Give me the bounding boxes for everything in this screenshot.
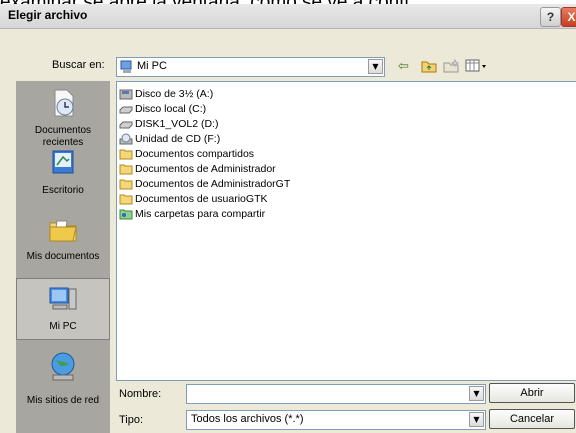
floppy-drive-icon bbox=[119, 89, 133, 99]
folder-icon bbox=[119, 179, 133, 189]
place-recent-documents[interactable]: Documentos recientes bbox=[16, 87, 110, 149]
list-item[interactable]: Disco de 3½ (A:) bbox=[119, 86, 213, 101]
open-button[interactable]: Abrir bbox=[489, 383, 575, 403]
folder-icon bbox=[119, 149, 133, 159]
filename-combo[interactable]: ▼ bbox=[186, 384, 486, 404]
chevron-down-icon[interactable]: ▼ bbox=[469, 386, 484, 401]
place-my-documents[interactable]: Mis documentos bbox=[16, 213, 110, 263]
place-label: Mis documentos bbox=[26, 251, 100, 262]
place-label: Mis sitios de red bbox=[26, 395, 100, 406]
hard-drive-icon bbox=[119, 121, 133, 128]
place-label: Documentos recientes bbox=[34, 125, 92, 148]
folder-icon bbox=[119, 194, 133, 204]
places-bar: Documentos recientes Escritorio Mis docu… bbox=[16, 81, 110, 433]
chevron-down-icon[interactable]: ▼ bbox=[469, 412, 484, 427]
file-name: Documentos de Administrador bbox=[135, 162, 276, 175]
close-button[interactable]: X bbox=[561, 7, 576, 27]
view-menu-icon[interactable] bbox=[465, 59, 487, 77]
file-name: Unidad de CD (F:) bbox=[135, 132, 221, 145]
recent-documents-icon bbox=[54, 89, 74, 117]
filetype-combo[interactable]: Todos los archivos (*.*) ▼ bbox=[186, 410, 486, 430]
back-icon[interactable]: ⇦ bbox=[398, 58, 409, 76]
lookin-label: Buscar en: bbox=[52, 59, 105, 71]
lookin-value: Mi PC bbox=[137, 60, 167, 72]
chevron-down-icon[interactable]: ▼ bbox=[368, 59, 383, 74]
list-item[interactable]: Disco local (C:) bbox=[119, 101, 206, 116]
dialog-title: Elegir archivo bbox=[8, 8, 88, 22]
new-folder-icon[interactable] bbox=[443, 59, 459, 77]
open-file-dialog: Elegir archivo ? X Buscar en: Mi PC ▼ ⇦ bbox=[0, 4, 576, 433]
desktop-icon bbox=[52, 150, 74, 174]
place-label: Escritorio bbox=[42, 185, 84, 196]
folder-icon bbox=[119, 164, 133, 174]
place-my-computer[interactable]: Mi PC bbox=[16, 278, 110, 340]
my-documents-icon bbox=[49, 220, 77, 242]
list-item[interactable]: Documentos compartidos bbox=[119, 146, 254, 161]
place-desktop[interactable]: Escritorio bbox=[16, 147, 110, 197]
file-name: Documentos compartidos bbox=[135, 147, 255, 160]
network-places-icon bbox=[51, 352, 75, 381]
file-name: Documentos de AdministradorGT bbox=[135, 177, 291, 190]
list-item[interactable]: Documentos de AdministradorGT bbox=[119, 176, 290, 191]
file-name: DISK1_VOL2 (D:) bbox=[135, 117, 219, 130]
up-folder-icon[interactable] bbox=[421, 59, 437, 77]
title-bar: Elegir archivo ? X bbox=[0, 4, 576, 29]
cd-drive-icon bbox=[119, 133, 133, 144]
my-computer-small-icon bbox=[120, 60, 132, 73]
file-name: Documentos de usuarioGTK bbox=[135, 192, 268, 205]
my-computer-icon bbox=[49, 287, 77, 310]
filetype-label: Tipo: bbox=[119, 414, 144, 426]
file-name: Disco local (C:) bbox=[135, 102, 207, 115]
file-name: Mis carpetas para compartir bbox=[135, 207, 266, 220]
list-item[interactable]: Documentos de usuarioGTK bbox=[119, 191, 267, 206]
lookin-combo[interactable]: Mi PC ▼ bbox=[116, 57, 385, 77]
file-name: Disco de 3½ (A:) bbox=[135, 87, 214, 100]
list-item[interactable]: DISK1_VOL2 (D:) bbox=[119, 116, 218, 131]
place-label: Mi PC bbox=[49, 321, 77, 332]
place-network[interactable]: Mis sitios de red bbox=[16, 351, 110, 407]
filetype-value: Todos los archivos (*.*) bbox=[191, 413, 304, 425]
list-item[interactable]: Mis carpetas para compartir bbox=[119, 206, 265, 221]
list-item[interactable]: Documentos de Administrador bbox=[119, 161, 276, 176]
hard-drive-icon bbox=[119, 106, 133, 113]
shared-folders-icon bbox=[119, 209, 133, 219]
list-item[interactable]: Unidad de CD (F:) bbox=[119, 131, 220, 146]
help-button[interactable]: ? bbox=[540, 7, 561, 27]
file-list[interactable]: Disco de 3½ (A:) Disco local (C:) DISK1_… bbox=[116, 81, 576, 381]
cancel-button[interactable]: Cancelar bbox=[489, 409, 575, 429]
filename-label: Nombre: bbox=[119, 388, 162, 400]
